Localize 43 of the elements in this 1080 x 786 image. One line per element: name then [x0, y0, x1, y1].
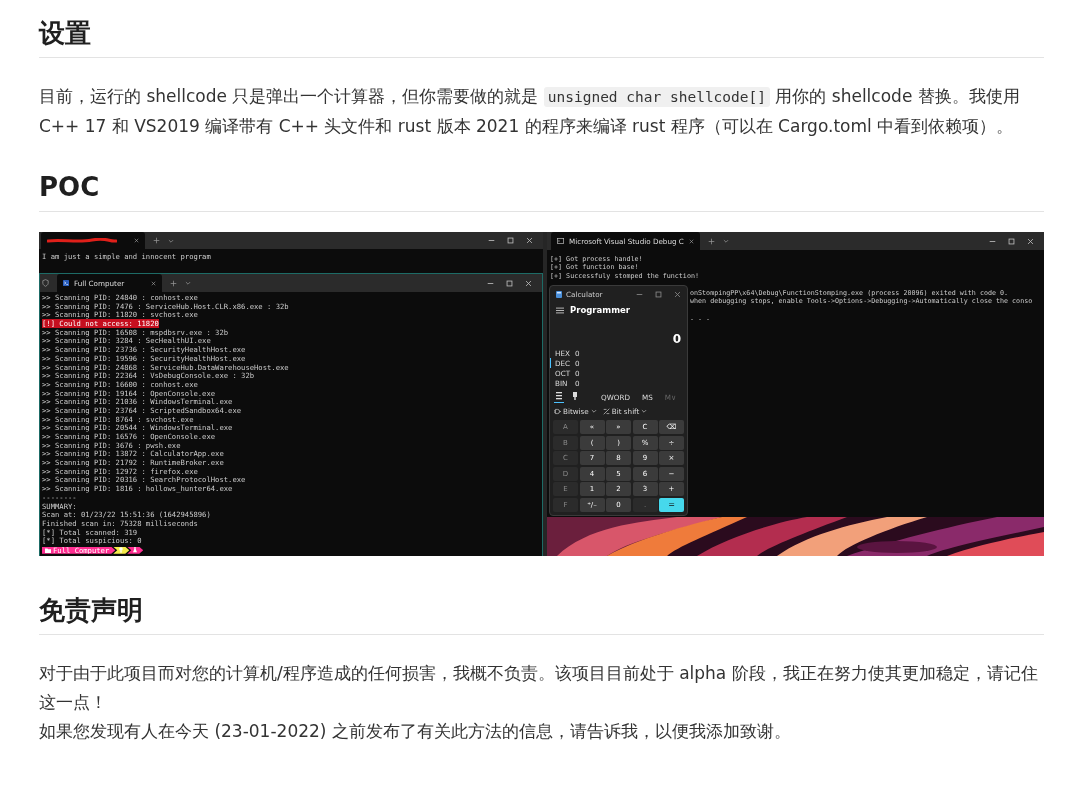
chevron-icon[interactable]: [185, 280, 191, 286]
mode-title: Programmer: [570, 305, 630, 315]
close-icon[interactable]: [1027, 237, 1034, 245]
inline-code: unsigned char shellcode[]: [543, 87, 770, 107]
paragraph: 对于由于此项目而对您的计算机/程序造成的任何损害，我概不负责。该项目目前处于 alpha 阶段，我正在努力使其更加稳定，请记住这一点！: [39, 662, 1039, 714]
console-icon: [557, 238, 564, 244]
close-icon[interactable]: [525, 279, 532, 287]
display-value: 0: [672, 332, 681, 346]
section-heading: 免责声明: [39, 592, 1044, 635]
chevron-icon[interactable]: [168, 237, 174, 244]
paragraph: 目前，运行的 shellcode 只是弹出一个计算器，但你需要做的就是 unsigned char shellcode[] 用你的 shellcode 替换。我使用 C++ 17 和 VS2019 编译带有 C++ 头文件和 rust 版本 2021 的程序来编译 rust 程序（可以在 Cargo.toml 中看到依赖项）。: [39, 85, 1021, 138]
maximize-icon[interactable]: [1008, 237, 1015, 245]
paragraph: 如果您发现有人在今天 (23-01-2022) 之前发布了有关此方法的信息，请告诉我，以便我添加致谢。: [39, 720, 792, 743]
shift-icon: [602, 407, 610, 415]
calculator-key[interactable]: =: [659, 497, 684, 512]
menu-icon[interactable]: [556, 306, 564, 314]
close-icon[interactable]: [674, 290, 681, 298]
new-tab-icon[interactable]: [153, 237, 160, 244]
close-icon[interactable]: [688, 238, 694, 244]
maximize-icon[interactable]: [506, 279, 513, 287]
folder-icon: [45, 547, 51, 553]
keypad-icon[interactable]: [554, 391, 564, 403]
calculator-icon: [556, 290, 562, 298]
chevron-icon: [590, 408, 597, 414]
chevron-icon[interactable]: [722, 238, 729, 244]
bulb-icon: [119, 547, 124, 554]
new-tab-icon[interactable]: [707, 237, 715, 245]
gate-icon: [554, 407, 561, 415]
redaction-mark: [47, 237, 117, 244]
close-icon[interactable]: [151, 280, 156, 286]
bit-toggle-icon[interactable]: [570, 391, 580, 403]
new-tab-icon[interactable]: [170, 279, 177, 287]
close-icon[interactable]: [526, 237, 533, 244]
minimize-icon[interactable]: [488, 237, 495, 244]
maximize-icon[interactable]: [507, 237, 514, 244]
maximize-icon[interactable]: [655, 290, 662, 298]
shield-icon: [42, 279, 49, 287]
flask-icon: [133, 547, 138, 554]
section-heading: POC: [39, 169, 1044, 212]
chevron-icon: [641, 408, 648, 414]
powershell-icon: [63, 280, 69, 286]
section-heading: 设置: [39, 15, 1044, 58]
close-icon[interactable]: [134, 238, 139, 243]
